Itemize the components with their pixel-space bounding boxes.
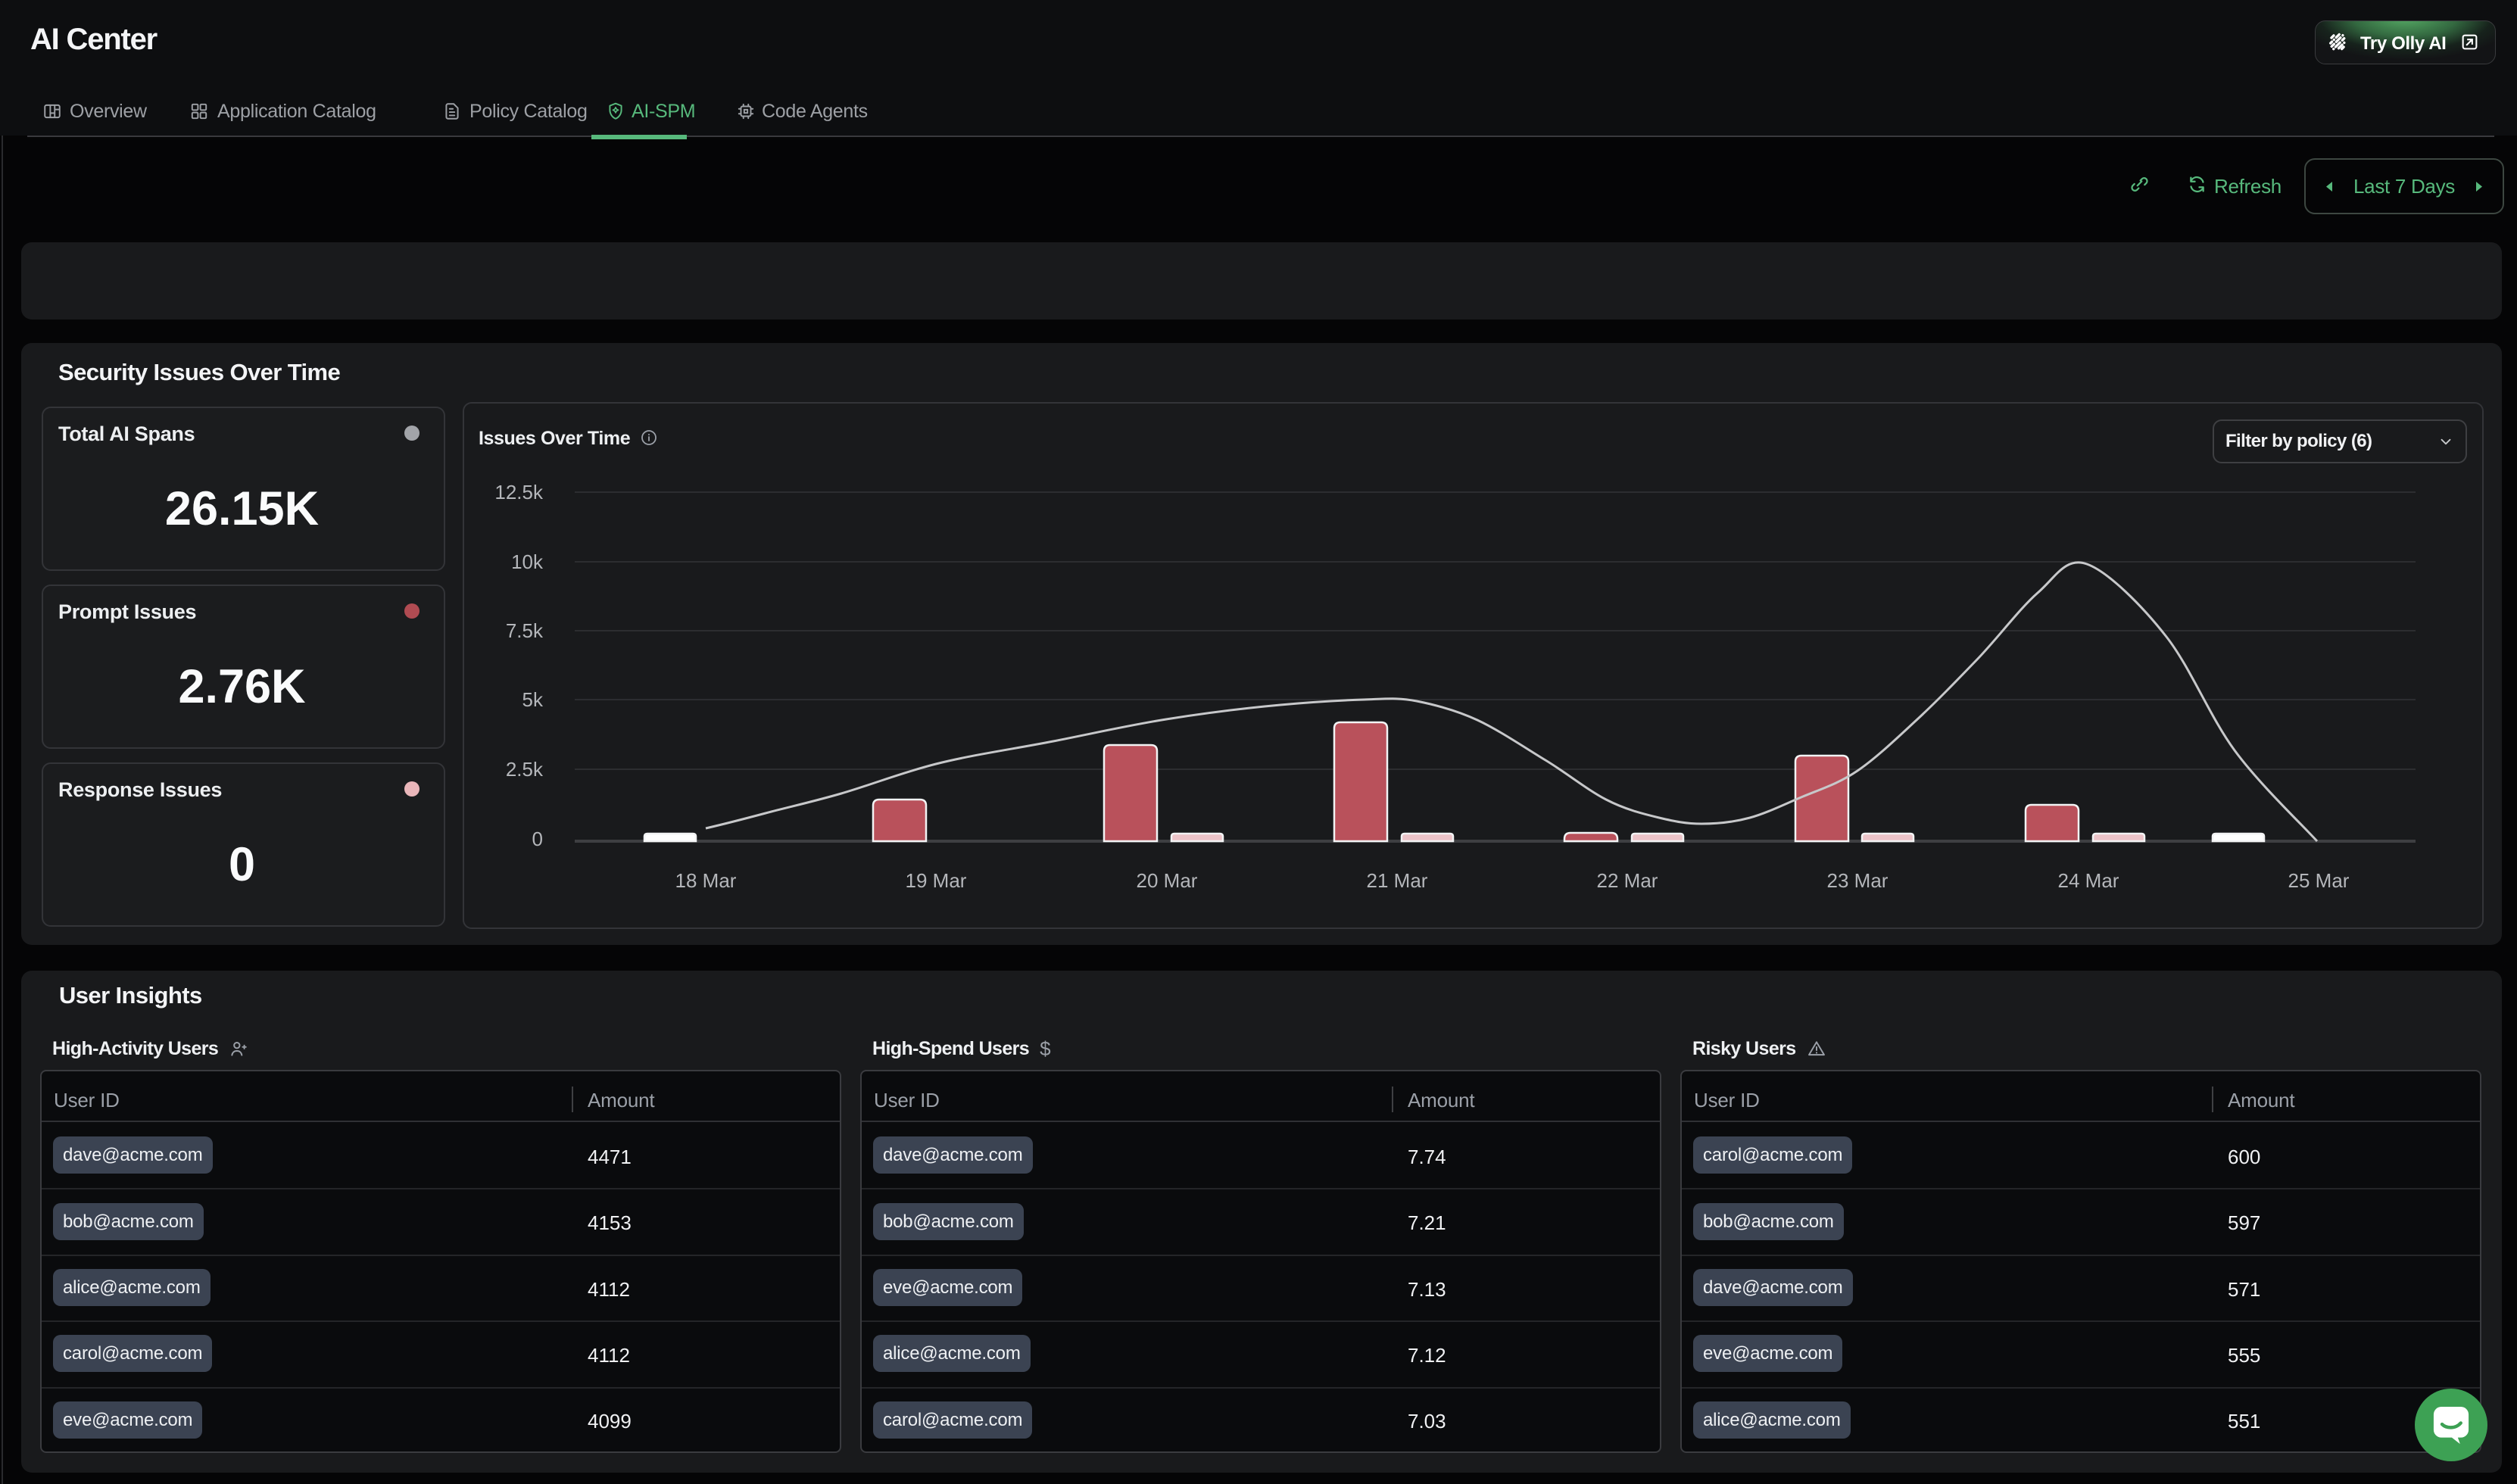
svg-text:10k: 10k (511, 550, 544, 573)
svg-text:22 Mar: 22 Mar (1597, 869, 1658, 892)
svg-text:2.5k: 2.5k (506, 758, 544, 781)
svg-text:0: 0 (532, 828, 543, 850)
svg-text:5k: 5k (522, 688, 544, 711)
svg-text:23 Mar: 23 Mar (1827, 869, 1889, 892)
svg-text:7.5k: 7.5k (506, 619, 544, 642)
svg-text:20 Mar: 20 Mar (1137, 869, 1198, 892)
svg-text:18 Mar: 18 Mar (675, 869, 737, 892)
svg-text:12.5k: 12.5k (494, 481, 544, 504)
svg-text:24 Mar: 24 Mar (2058, 869, 2119, 892)
svg-text:21 Mar: 21 Mar (1367, 869, 1428, 892)
svg-text:25 Mar: 25 Mar (2288, 869, 2350, 892)
svg-text:19 Mar: 19 Mar (906, 869, 967, 892)
